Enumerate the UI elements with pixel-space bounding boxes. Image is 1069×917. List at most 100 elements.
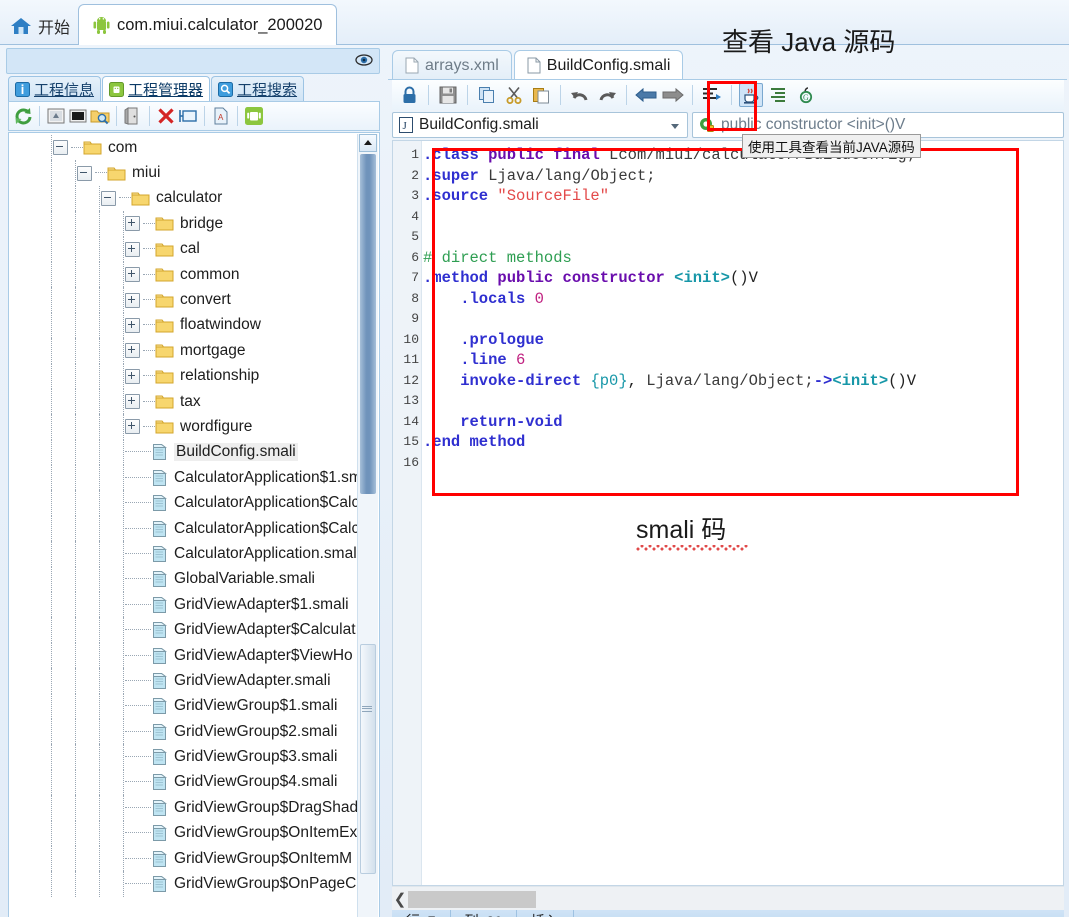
eye-icon[interactable] [355, 53, 373, 72]
line-number: 12 [403, 372, 419, 388]
hscroll-thumb[interactable] [408, 890, 536, 908]
forward-arrow-icon[interactable] [661, 83, 685, 107]
save-icon[interactable] [436, 83, 460, 107]
expand-icon[interactable] [125, 343, 140, 359]
editor-horizontal-scrollbar[interactable]: ❮ [392, 886, 1064, 911]
collapse-icon[interactable] [101, 190, 116, 206]
file-tab-arrays-xml[interactable]: arrays.xml [392, 50, 512, 80]
expand-icon[interactable] [125, 368, 140, 384]
smali-file-icon [151, 443, 168, 461]
back-arrow-icon[interactable] [634, 83, 658, 107]
tab-project-search[interactable]: 工程搜索 [211, 76, 305, 102]
undo-icon[interactable] [568, 83, 592, 107]
tree-folder-row[interactable]: tax [9, 388, 361, 415]
redo-icon[interactable] [595, 83, 619, 107]
java-source-icon[interactable] [739, 83, 763, 107]
tree-file-row[interactable]: GridViewAdapter$Calculat [9, 617, 361, 643]
tree-file-row[interactable]: GlobalVariable.smali [9, 566, 361, 593]
file-tab-buildconfig-smali[interactable]: BuildConfig.smali [513, 50, 684, 80]
chevron-down-icon[interactable] [671, 124, 679, 129]
indent-icon[interactable] [766, 83, 790, 107]
collapse-icon[interactable] [77, 165, 92, 181]
search-method-icon[interactable]: G [793, 83, 817, 107]
rename-icon[interactable] [178, 106, 198, 126]
tab-project-manager[interactable]: 工程管理器 [102, 76, 211, 102]
tree-file-row[interactable]: GridViewGroup$3.smali [9, 744, 361, 770]
format-code-icon[interactable] [700, 83, 724, 107]
tree-folder-row[interactable]: miui [9, 160, 361, 186]
project-tab[interactable]: com.miui.calculator_200020 [78, 4, 338, 45]
scroll-track-lower[interactable] [360, 644, 376, 874]
compile-icon[interactable] [68, 106, 88, 126]
paste-icon[interactable] [529, 83, 553, 107]
code-token: .super [423, 166, 489, 185]
home-tab[interactable]: 开始 [6, 8, 80, 44]
tree-file-row[interactable]: GridViewGroup$4.smali [9, 769, 361, 796]
file-selector-combo[interactable]: J BuildConfig.smali [392, 112, 688, 138]
toolbar-separator [149, 106, 150, 126]
tree-folder-row[interactable]: com [9, 135, 361, 161]
folder-search-icon[interactable] [90, 106, 110, 126]
tree-file-row[interactable]: CalculatorApplication.smali [9, 541, 361, 567]
scroll-up-button[interactable] [359, 134, 377, 152]
scroll-thumb[interactable] [360, 154, 376, 494]
smali-file-icon [151, 647, 168, 665]
tree-file-row[interactable]: CalculatorApplication$Calcu [9, 515, 368, 542]
text-file-icon[interactable]: A [211, 106, 231, 126]
door-exit-icon[interactable] [123, 106, 143, 126]
tree-folder-row[interactable]: common [9, 261, 361, 288]
tree-guide-line [75, 338, 77, 364]
expand-icon[interactable] [125, 317, 140, 333]
tree-file-row[interactable]: GridViewAdapter.smali [9, 668, 361, 694]
tree-file-row[interactable]: BuildConfig.smali [9, 439, 361, 466]
tree-file-row[interactable]: CalculatorApplication$Calcu [9, 490, 368, 516]
tree-file-row[interactable]: GridViewGroup$DragShad [9, 795, 361, 821]
expand-icon[interactable] [125, 419, 140, 435]
tree-file-row[interactable]: GridViewGroup$1.smali [9, 693, 361, 719]
tree-folder-row[interactable]: cal [9, 236, 361, 262]
delete-icon[interactable] [156, 106, 176, 126]
tree-folder-row[interactable]: bridge [9, 211, 361, 237]
expand-icon[interactable] [125, 394, 140, 410]
tab-project-info[interactable]: 工程信息 [8, 76, 102, 102]
tree-folder-row[interactable]: floatwindow [9, 312, 361, 339]
tree-file-row[interactable]: GridViewGroup$2.smali [9, 718, 361, 745]
tree-file-row[interactable]: GridViewGroup$OnItemEx [9, 820, 361, 846]
tree-guide-line [75, 541, 77, 567]
copy-icon[interactable] [475, 83, 499, 107]
tree-file-row[interactable]: CalculatorApplication$1.smali [9, 465, 377, 491]
tree-file-row[interactable]: GridViewAdapter$ViewHo [9, 642, 361, 669]
cut-icon[interactable] [502, 83, 526, 107]
folder-icon [155, 241, 174, 258]
export-image-icon[interactable] [46, 106, 66, 126]
tree-folder-row[interactable]: relationship [9, 363, 361, 389]
folder-icon [155, 317, 174, 334]
code-line: .line 6 [423, 350, 916, 371]
refresh-icon[interactable] [13, 106, 33, 126]
expand-icon[interactable] [125, 267, 140, 283]
expand-icon[interactable] [125, 216, 140, 232]
tree-file-row[interactable]: GridViewGroup$OnPageC [9, 871, 361, 897]
code-token: 6 [516, 351, 526, 369]
tree-folder-row[interactable]: convert [9, 287, 361, 313]
tree-folder-row[interactable]: wordfigure [9, 414, 361, 440]
scroll-left-button[interactable]: ❮ [392, 890, 408, 908]
expand-icon[interactable] [125, 241, 140, 257]
tree-file-row[interactable]: GridViewGroup$OnItemM [9, 845, 361, 872]
tree-file-row[interactable]: GridViewAdapter$1.smali [9, 592, 361, 618]
tree-vertical-scrollbar[interactable] [357, 134, 378, 917]
expand-icon[interactable] [125, 292, 140, 308]
tree-guide-line [75, 465, 77, 491]
code-editor[interactable]: 1 2 3 4 5 6 7 8 9 10 11 12 13 14 15 16 .class public fi… [392, 140, 1064, 886]
lock-icon[interactable] [397, 83, 421, 107]
tree-node-label: GridViewAdapter$ViewHo [174, 646, 353, 664]
android-build-icon[interactable] [244, 106, 264, 126]
collapse-icon[interactable] [53, 140, 68, 156]
code-content[interactable]: .class public final Lcom/miui/calculator… [423, 145, 916, 473]
file-tree-container[interactable]: com miui calculator bridge cal common convert f… [8, 132, 380, 917]
tree-folder-row[interactable]: mortgage [9, 338, 361, 364]
tree-node-label: GridViewGroup$3.smali [174, 748, 338, 766]
tree-guide-line [51, 871, 53, 897]
tree-guide-line [75, 211, 77, 237]
tree-folder-row[interactable]: calculator [9, 185, 361, 212]
